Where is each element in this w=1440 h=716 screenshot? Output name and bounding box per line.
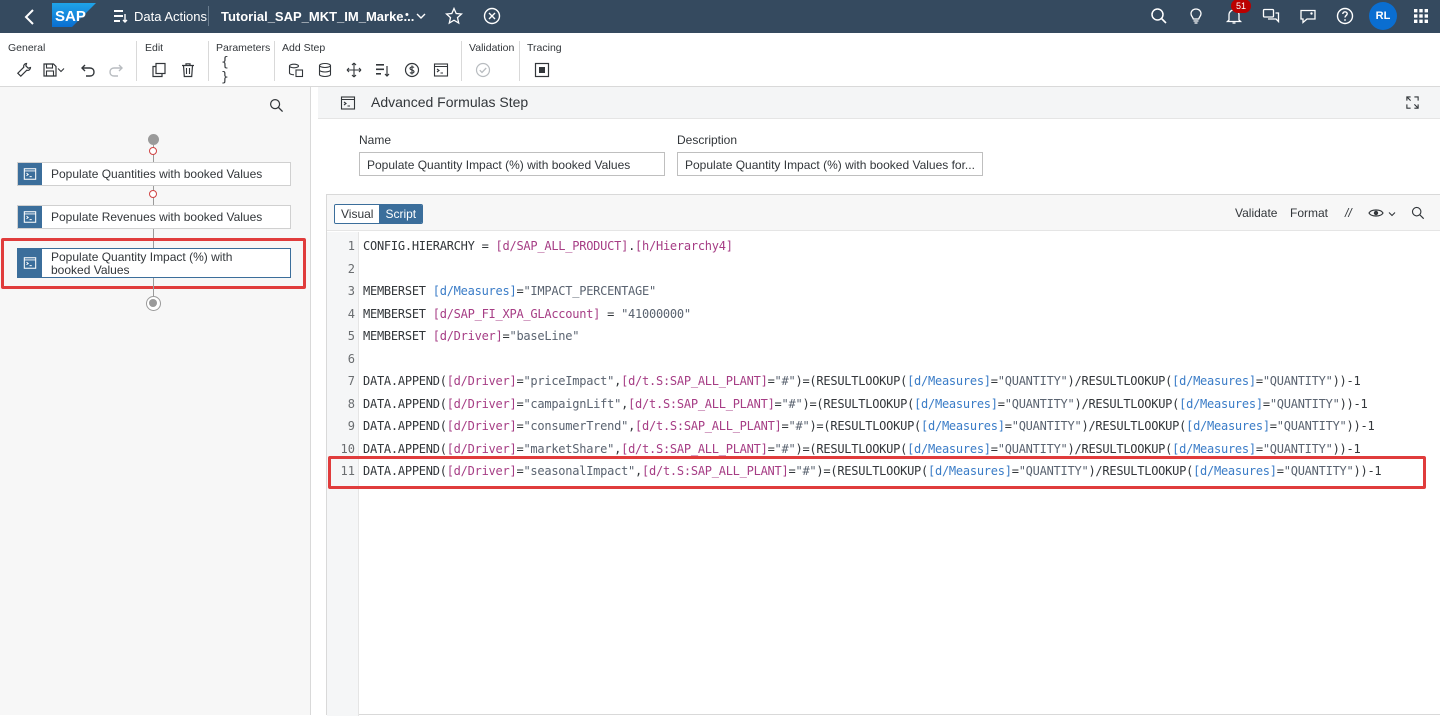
toolbar-separator [274, 41, 275, 81]
shell-separator [208, 6, 209, 26]
chevron-down-icon[interactable] [415, 10, 427, 22]
product-switch-icon[interactable] [1412, 7, 1430, 25]
line-number: 1 [347, 239, 355, 253]
advanced-formulas-icon[interactable] [431, 60, 451, 80]
validate-check-icon[interactable] [473, 60, 493, 80]
flow-insert-point[interactable] [149, 147, 157, 155]
view-toggle: Visual Script [334, 204, 424, 224]
script-editor: Visual Script Validate Format // 1 2 3 4… [326, 194, 1440, 716]
back-arrow-icon[interactable] [20, 7, 40, 27]
advanced-formulas-icon [18, 163, 42, 185]
validate-button[interactable]: Validate [1235, 206, 1277, 220]
conversion-step-icon[interactable] [344, 60, 364, 80]
toolbar-separator [519, 41, 520, 81]
name-label: Name [359, 133, 392, 147]
flow-insert-point[interactable] [149, 190, 157, 198]
format-button[interactable]: Format [1290, 206, 1328, 220]
search-icon[interactable] [1150, 7, 1168, 25]
line-number: 10 [340, 442, 355, 456]
toolbar-separator [461, 41, 462, 81]
advanced-formulas-icon [18, 206, 42, 228]
app-label[interactable]: Data Actions [134, 9, 207, 24]
chat-icon[interactable] [1262, 7, 1280, 25]
delete-icon[interactable] [178, 60, 198, 80]
toolbar: General Edit Parameters { } Add Step Val… [0, 33, 1440, 87]
tab-visual[interactable]: Visual [335, 205, 380, 223]
group-label-add-step: Add Step [282, 42, 326, 54]
embedded-data-action-icon[interactable] [373, 60, 393, 80]
code-line[interactable]: DATA.APPEND([d/Driver]="consumerTrend",[… [363, 419, 1375, 433]
toolbar-separator [136, 41, 137, 81]
sap-logo-text: SAP [55, 8, 86, 25]
flow-connector [153, 278, 154, 297]
modified-indicator: • [405, 9, 409, 21]
flow-step-label: Populate Quantities with booked Values [51, 167, 263, 181]
tracing-icon[interactable] [532, 60, 552, 80]
close-circle-icon[interactable] [483, 7, 501, 25]
code-line[interactable]: DATA.APPEND([d/Driver]="marketShare",[d/… [363, 442, 1361, 456]
group-label-general: General [8, 42, 46, 54]
toolbar-separator [208, 41, 209, 81]
line-number: 2 [347, 262, 355, 276]
parameters-button[interactable]: { } [221, 55, 241, 85]
code-line[interactable]: MEMBERSET [d/SAP_FI_XPA_GLAccount] = "41… [363, 307, 691, 321]
search-icon[interactable] [269, 98, 284, 113]
undo-icon[interactable] [78, 60, 98, 80]
step-title: Advanced Formulas Step [371, 94, 529, 110]
group-label-parameters: Parameters [216, 42, 271, 54]
search-icon[interactable] [1411, 206, 1425, 220]
step-detail-panel: Advanced Formulas Step Name Populate Qua… [318, 87, 1440, 716]
save-menu-chevron-icon[interactable] [55, 60, 67, 80]
star-icon[interactable] [445, 7, 463, 25]
group-label-tracing: Tracing [527, 42, 562, 54]
line-number: 6 [347, 352, 355, 366]
story-title[interactable]: Tutorial_SAP_MKT_IM_Marke... [221, 9, 414, 24]
help-icon[interactable] [1336, 7, 1354, 25]
flow-end-node [146, 296, 161, 311]
notification-badge[interactable]: 51 [1231, 0, 1251, 13]
data-actions-icon [114, 10, 128, 23]
advanced-formulas-icon [340, 96, 356, 110]
flow-step-2[interactable]: Populate Revenues with booked Values [17, 205, 291, 229]
line-number: 7 [347, 374, 355, 388]
allocation-step-icon[interactable] [315, 60, 335, 80]
currency-step-icon[interactable] [402, 60, 422, 80]
editor-toolbar: Visual Script Validate Format // [327, 195, 1440, 231]
copy-icon[interactable] [149, 60, 169, 80]
group-label-edit: Edit [145, 42, 164, 54]
highlight-box [328, 456, 1426, 489]
line-number: 4 [347, 307, 355, 321]
description-input[interactable]: Populate Quantity Impact (%) with booked… [677, 152, 983, 176]
line-number: 3 [347, 284, 355, 298]
flow-step-1[interactable]: Populate Quantities with booked Values [17, 162, 291, 186]
expand-icon[interactable] [1405, 95, 1420, 110]
lightbulb-icon[interactable] [1187, 7, 1205, 25]
name-input[interactable]: Populate Quantity Impact (%) with booked… [359, 152, 665, 176]
wrench-icon[interactable] [14, 60, 34, 80]
step-header: Advanced Formulas Step [318, 87, 1440, 119]
eye-icon[interactable] [1368, 207, 1384, 219]
flow-step-label: Populate Revenues with booked Values [51, 210, 263, 224]
flow-start-node [148, 134, 159, 145]
description-label: Description [677, 133, 738, 147]
line-number: 9 [347, 419, 355, 433]
redo-icon[interactable] [106, 60, 126, 80]
shell-bar: SAP Data Actions Tutorial_SAP_MKT_IM_Mar… [0, 0, 1440, 33]
flow-panel: Populate Quantities with booked Values P… [0, 87, 311, 715]
avatar[interactable]: RL [1369, 2, 1397, 30]
code-line[interactable]: MEMBERSET [d/Driver]="baseLine" [363, 329, 579, 343]
code-line[interactable]: CONFIG.HIERARCHY = [d/SAP_ALL_PRODUCT].[… [363, 239, 733, 253]
chevron-down-icon[interactable] [1387, 209, 1397, 219]
code-line[interactable]: MEMBERSET [d/Measures]="IMPACT_PERCENTAG… [363, 284, 656, 298]
comment-button[interactable]: // [1345, 206, 1352, 220]
code-line[interactable]: DATA.APPEND([d/Driver]="priceImpact",[d/… [363, 374, 1361, 388]
line-number: 5 [347, 329, 355, 343]
code-line[interactable]: DATA.APPEND([d/Driver]="campaignLift",[d… [363, 397, 1368, 411]
sap-logo[interactable]: SAP [52, 3, 96, 27]
copy-step-icon[interactable] [286, 60, 306, 80]
line-number: 8 [347, 397, 355, 411]
feedback-icon[interactable] [1299, 7, 1317, 25]
group-label-validation: Validation [469, 42, 515, 54]
tab-script[interactable]: Script [379, 205, 423, 223]
